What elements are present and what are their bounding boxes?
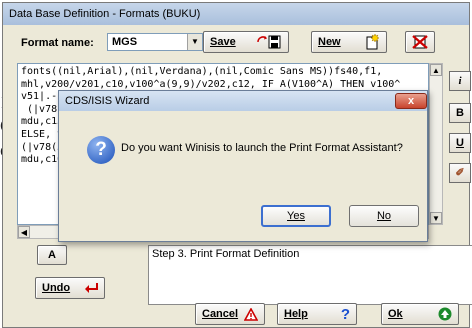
save-label: Save — [210, 36, 236, 48]
yes-label: Yes — [287, 210, 305, 222]
font-icon: A — [48, 249, 56, 261]
format-name-label: Format name: — [21, 37, 94, 49]
cancel-label: Cancel — [202, 308, 239, 320]
wizard-dialog: CDS/ISIS Wizard x ? Do you want Winisis … — [58, 90, 428, 242]
format-name-select[interactable]: MGS ▼ — [107, 33, 203, 51]
delete-icon — [412, 35, 428, 49]
warning-icon — [244, 307, 258, 321]
new-button[interactable]: New — [311, 31, 387, 53]
code-line: fonts((nil,Arial),(nil,Verdana),(nil,Com… — [21, 66, 383, 77]
help-label: Help — [284, 308, 308, 320]
dialog-title: CDS/ISIS Wizard — [59, 91, 427, 111]
yes-button[interactable]: Yes — [261, 205, 331, 227]
undo-arrow-icon — [85, 283, 98, 293]
vertical-scrollbar[interactable]: ▲ ▼ — [429, 63, 443, 225]
new-label: New — [318, 36, 341, 48]
pen-button[interactable]: ✐ — [449, 163, 471, 183]
window-title: Data Base Definition - Formats (BUKU) — [3, 3, 469, 25]
dialog-message: Do you want Winisis to launch the Print … — [121, 142, 403, 154]
close-icon[interactable]: x — [395, 93, 427, 109]
step-panel: Step 3. Print Format Definition — [148, 245, 472, 305]
scroll-up-icon[interactable]: ▲ — [430, 64, 442, 76]
format-name-value: MGS — [112, 36, 138, 48]
no-button[interactable]: No — [349, 205, 419, 227]
question-mark-icon: ? — [340, 305, 350, 323]
font-button[interactable]: A — [37, 245, 67, 265]
undo-button[interactable]: Undo — [35, 277, 105, 299]
save-button[interactable]: Save — [203, 31, 289, 53]
chevron-down-icon[interactable]: ▼ — [187, 34, 202, 50]
delete-button[interactable] — [405, 31, 435, 53]
ok-button[interactable]: Ok — [381, 303, 459, 325]
scroll-left-icon[interactable]: ◀ — [18, 226, 30, 238]
ok-arrow-icon — [438, 307, 452, 321]
help-button[interactable]: Help ? — [277, 303, 357, 325]
new-document-icon — [366, 34, 380, 50]
underline-button[interactable]: U — [449, 133, 471, 153]
question-icon: ? — [87, 136, 115, 164]
step-text: Step 3. Print Format Definition — [152, 248, 300, 260]
italic-button[interactable]: i — [449, 71, 471, 91]
dialog-body: ? Do you want Winisis to launch the Prin… — [59, 111, 427, 181]
scroll-down-icon[interactable]: ▼ — [430, 212, 442, 224]
undo-label: Undo — [42, 282, 71, 294]
ok-label: Ok — [388, 308, 403, 320]
bold-button[interactable]: B — [449, 103, 471, 123]
dialog-footer: Yes No — [59, 181, 427, 241]
cancel-button[interactable]: Cancel — [195, 303, 265, 325]
save-disk-icon — [257, 35, 281, 49]
no-label: No — [376, 210, 392, 222]
